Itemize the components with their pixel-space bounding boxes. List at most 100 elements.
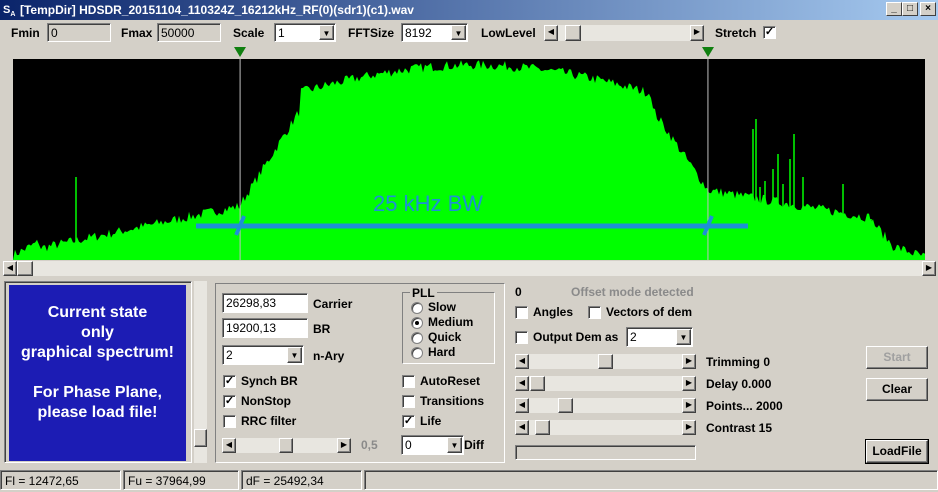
- loadfile-button[interactable]: LoadFile: [865, 439, 929, 464]
- fmax-label: Fmax: [121, 26, 153, 40]
- delay-label: Delay 0.000: [706, 377, 772, 391]
- contrast-slider[interactable]: ◀ ▶: [515, 420, 696, 435]
- arrow-right-icon[interactable]: ▶: [682, 354, 696, 369]
- pll-label-quick: Quick: [428, 330, 462, 344]
- fftsize-label: FFTSize: [348, 26, 395, 40]
- info-line-2: only: [81, 324, 114, 341]
- output-dem-checkbox[interactable]: [515, 331, 528, 344]
- clear-button[interactable]: Clear: [866, 378, 928, 401]
- carrier-label: Carrier: [313, 297, 353, 311]
- window-title: [TempDir] HDSDR_20151104_110324Z_16212kH…: [20, 3, 414, 17]
- contrast-label: Contrast 15: [706, 421, 773, 435]
- arrow-left-icon[interactable]: ◀: [515, 398, 529, 413]
- contrast-thumb[interactable]: [535, 420, 550, 435]
- app-icon[interactable]: SA: [3, 2, 19, 18]
- info-scroll-thumb[interactable]: [194, 429, 207, 447]
- delay-slider[interactable]: ◀ ▶: [515, 376, 696, 391]
- transitions-label: Transitions: [420, 394, 485, 408]
- rrc-filter-label: RRC filter: [241, 414, 297, 428]
- demod-slider[interactable]: ◀ ▶: [222, 438, 351, 453]
- info-line-3: graphical spectrum!: [21, 344, 174, 361]
- trimming-thumb[interactable]: [598, 354, 613, 369]
- scale-dropdown[interactable]: 1 ▼: [274, 23, 336, 42]
- marker-left-handle[interactable]: [234, 47, 247, 57]
- minimize-button[interactable]: _: [886, 2, 902, 16]
- pll-radio-medium[interactable]: [411, 317, 423, 329]
- transitions-checkbox[interactable]: [402, 395, 415, 408]
- chevron-down-icon[interactable]: ▼: [451, 25, 466, 40]
- pll-radio-hard[interactable]: [411, 347, 423, 359]
- life-checkbox[interactable]: ✓: [402, 415, 415, 428]
- rrc-filter-checkbox[interactable]: [223, 415, 236, 428]
- arrow-left-icon[interactable]: ◀: [3, 261, 17, 276]
- spectrum-scrollbar[interactable]: ◀ ▶: [3, 261, 936, 276]
- chevron-down-icon[interactable]: ▼: [676, 329, 691, 345]
- chevron-down-icon[interactable]: ▼: [447, 437, 462, 453]
- vectors-checkbox[interactable]: [588, 306, 601, 319]
- trimming-label: Trimming 0: [706, 355, 771, 369]
- synch-br-label: Synch BR: [241, 374, 298, 388]
- lowlevel-slider[interactable]: ◀ ▶: [544, 25, 704, 41]
- vectors-label: Vectors of dem: [606, 305, 693, 319]
- spectrum-plot: 25 kHz BW: [13, 59, 925, 260]
- stretch-checkbox[interactable]: ✓: [763, 26, 776, 39]
- pll-label-slow: Slow: [428, 300, 457, 314]
- info-panel: Current state only graphical spectrum! F…: [9, 285, 186, 461]
- info-line-5: please load file!: [37, 404, 158, 421]
- info-scrollbar[interactable]: [194, 281, 207, 463]
- angles-label: Angles: [533, 305, 574, 319]
- autoreset-label: AutoReset: [420, 374, 481, 388]
- marker-right-handle[interactable]: [701, 47, 714, 57]
- scale-value: 1: [278, 26, 285, 40]
- status-fu: Fu = 37964,99: [123, 470, 239, 490]
- autoreset-checkbox[interactable]: [402, 375, 415, 388]
- spectrum-scroll-thumb[interactable]: [17, 261, 33, 276]
- info-line-4: For Phase Plane,: [33, 384, 162, 401]
- arrow-right-icon[interactable]: ▶: [682, 398, 696, 413]
- br-field[interactable]: 19200,13: [222, 318, 308, 338]
- demod-slider-thumb[interactable]: [279, 438, 293, 453]
- spectrum-trace: [13, 60, 925, 260]
- arrow-right-icon[interactable]: ▶: [337, 438, 351, 453]
- diff-label: Diff: [464, 438, 484, 452]
- carrier-field[interactable]: 26298,83: [222, 293, 308, 313]
- nary-dropdown[interactable]: 2 ▼: [222, 345, 304, 365]
- arrow-left-icon[interactable]: ◀: [515, 420, 529, 435]
- synch-br-checkbox[interactable]: ✓: [223, 375, 236, 388]
- points-thumb[interactable]: [558, 398, 573, 413]
- delay-thumb[interactable]: [530, 376, 545, 391]
- pll-label-hard: Hard: [428, 345, 456, 359]
- arrow-left-icon[interactable]: ◀: [515, 354, 529, 369]
- trimming-slider[interactable]: ◀ ▶: [515, 354, 696, 369]
- arrow-right-icon[interactable]: ▶: [682, 376, 696, 391]
- fmin-field[interactable]: 0: [47, 23, 111, 42]
- br-label: BR: [313, 322, 331, 336]
- arrow-right-icon[interactable]: ▶: [682, 420, 696, 435]
- angles-checkbox[interactable]: [515, 306, 528, 319]
- arrow-left-icon[interactable]: ◀: [515, 376, 529, 391]
- pll-label-medium: Medium: [428, 315, 474, 329]
- diff-dropdown[interactable]: 0 ▼: [401, 435, 464, 455]
- arrow-right-icon[interactable]: ▶: [922, 261, 936, 276]
- start-button[interactable]: Start: [866, 346, 928, 369]
- points-label: Points... 2000: [706, 399, 783, 413]
- pll-radio-quick[interactable]: [411, 332, 423, 344]
- output-dem-dropdown[interactable]: 2 ▼: [626, 327, 693, 347]
- arrow-right-icon[interactable]: ▶: [690, 25, 704, 41]
- fftsize-dropdown[interactable]: 8192 ▼: [401, 23, 468, 42]
- spectrum-display[interactable]: 25 kHz BW: [13, 59, 925, 260]
- arrow-left-icon[interactable]: ◀: [544, 25, 558, 41]
- fmax-field[interactable]: 50000: [157, 23, 221, 42]
- chevron-down-icon[interactable]: ▼: [287, 347, 302, 363]
- chevron-down-icon[interactable]: ▼: [319, 25, 334, 40]
- life-label: Life: [420, 414, 442, 428]
- pll-radio-slow[interactable]: [411, 302, 423, 314]
- close-button[interactable]: ×: [920, 2, 936, 16]
- nonstop-checkbox[interactable]: ✓: [223, 395, 236, 408]
- points-slider[interactable]: ◀ ▶: [515, 398, 696, 413]
- arrow-left-icon[interactable]: ◀: [222, 438, 236, 453]
- info-line-1: Current state: [47, 304, 148, 321]
- lowlevel-thumb[interactable]: [564, 25, 581, 41]
- maximize-button[interactable]: □: [902, 2, 918, 16]
- output-dem-value: 2: [630, 330, 637, 344]
